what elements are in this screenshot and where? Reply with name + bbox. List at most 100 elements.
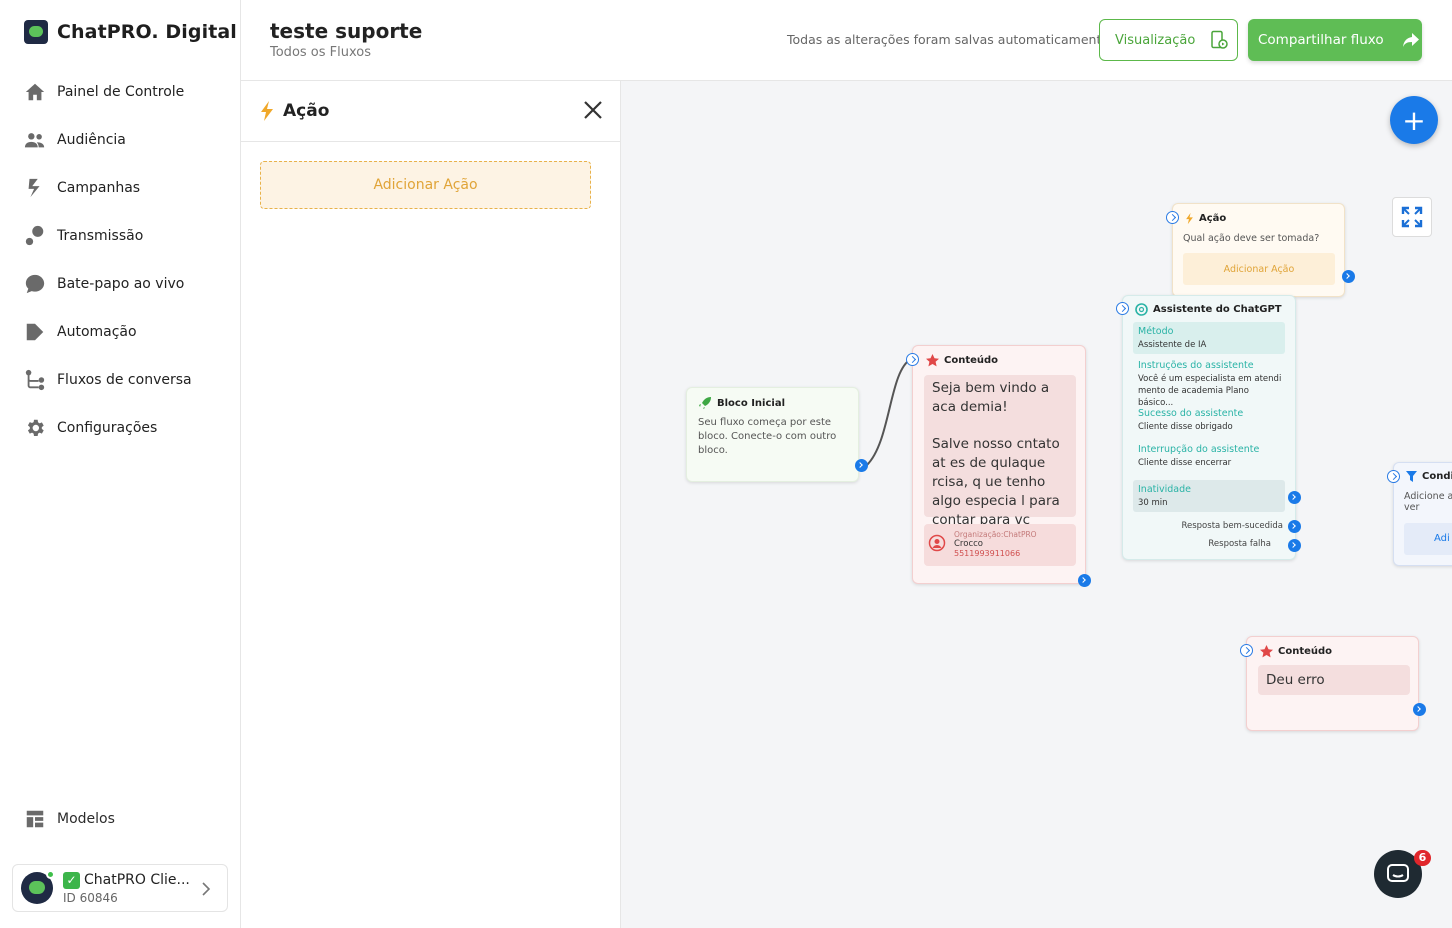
share-flow-button[interactable]: Compartilhar fluxo [1248,19,1422,61]
users-icon [24,129,46,151]
automation-icon [24,321,46,343]
header: teste suporte Todos os Fluxos Todas as a… [241,0,1452,81]
sidebar-item-label: Campanhas [57,180,141,196]
app-root: ChatPRO. Digital Painel de Controle Audi… [0,0,1452,928]
action-panel-title: Ação [283,101,330,121]
start-block-text: Seu fluxo começa por este bloco. Conecte… [698,417,837,456]
output-port[interactable] [1413,703,1426,716]
verified-check-icon: ✓ [63,871,80,889]
condition-block[interactable]: Condi Adicione a ver Adi [1387,462,1452,566]
flow-icon [24,369,46,391]
condition-block-add-button[interactable]: Adi [1404,523,1452,555]
message-bubble: Deu erro [1258,665,1410,695]
sidebar-item-transmissao[interactable]: Transmissão [24,212,234,260]
content-block-title: Conteúdo [1278,646,1333,657]
action-block-question: Qual ação deve ser tomada? [1183,233,1320,244]
input-port[interactable] [1116,302,1129,315]
content-block[interactable]: Conteúdo Deu erro [1240,636,1426,731]
sidebar-item-label: Modelos [57,811,115,827]
campaign-icon [24,177,46,199]
sidebar-item-bate-papo[interactable]: Bate-papo ao vivo [24,260,234,308]
action-block-title-row: Ação [1185,212,1226,225]
contact-name: Crocco [954,539,983,549]
sidebar-item-label: Configurações [57,420,158,436]
close-icon[interactable] [582,99,604,121]
account-name: ChatPRO Clie... [84,872,190,888]
add-action-button[interactable]: Adicionar Ação [260,161,591,209]
star-icon [926,354,939,367]
chat-widget-icon [1387,864,1409,882]
preview-button[interactable]: Visualização [1099,19,1238,61]
input-port[interactable] [1240,644,1253,657]
action-panel: Ação Adicionar Ação [241,81,621,928]
account-name-row: ✓ ChatPRO Clie... [63,871,193,889]
sidebar-item-configuracoes[interactable]: Configurações [24,404,234,452]
brand-name: ChatPRO. Digital [57,21,237,43]
share-button-label: Compartilhar fluxo [1258,32,1384,48]
gpt-block-title: Assistente do ChatGPT [1153,304,1282,315]
chatgpt-assistant-block[interactable]: Assistente do ChatGPT Método Assistente … [1116,295,1301,560]
flow-canvas[interactable]: + Bloco Inicial Seu fluxo começa por est… [621,81,1452,928]
sidebar-nav: Painel de Controle Audiência Campanhas T… [24,68,234,452]
account-switcher[interactable]: ✓ ChatPRO Clie... ID 60846 [12,864,228,912]
start-block[interactable]: Bloco Inicial Seu fluxo começa por este … [686,387,868,482]
autosave-status: Todas as alterações foram salvas automat… [787,32,1110,47]
avatar [21,870,55,904]
success-output-port[interactable] [1288,520,1301,533]
sidebar-item-modelos[interactable]: Modelos [24,808,115,830]
sidebar-item-automacao[interactable]: Automação [24,308,234,356]
share-icon [1402,33,1419,47]
online-status-icon [46,870,55,879]
content-block-title-row: Conteúdo [926,354,998,367]
star-icon [1260,645,1273,658]
add-block-button[interactable]: + [1390,96,1438,144]
sidebar-item-label: Automação [57,324,137,340]
input-port[interactable] [1387,470,1400,483]
expand-icon [1401,206,1423,228]
fit-view-button[interactable] [1392,197,1432,237]
input-port[interactable] [1166,211,1179,224]
preview-button-label: Visualização [1115,32,1196,48]
message-bubble: Seja bem vindo a aca demia! Salve nosso … [924,375,1076,528]
fail-output-port[interactable] [1288,539,1301,552]
gpt-inactivity-field: Inatividade 30 min [1133,480,1285,512]
action-block-add-button[interactable]: Adicionar Ação [1183,253,1335,285]
sidebar-item-label: Painel de Controle [57,84,185,100]
broadcast-icon [24,225,46,247]
filter-icon [1406,471,1417,482]
templates-icon [26,810,44,828]
message-text-2: Salve nosso cntato at es de qulaque rcis… [932,436,1060,528]
chat-icon [24,273,46,295]
content-block[interactable]: Conteúdo Seja bem vindo a aca demia! Sal… [906,345,1091,587]
output-port[interactable] [1078,574,1091,587]
gpt-success-field: Sucesso do assistente Cliente disse obri… [1138,408,1283,433]
lightning-icon [261,101,273,121]
output-port[interactable] [855,459,868,472]
breadcrumb[interactable]: Todos os Fluxos [270,45,371,60]
contact-card: Organização:ChatPRO Crocco 5511993911066 [924,524,1076,566]
sidebar-item-label: Bate-papo ao vivo [57,276,185,292]
gpt-instructions-value: Você é um especialista em atendi mento d… [1138,374,1282,408]
sidebar: ChatPRO. Digital Painel de Controle Audi… [0,0,241,928]
sidebar-item-fluxos[interactable]: Fluxos de conversa [24,356,234,404]
sidebar-item-campanhas[interactable]: Campanhas [24,164,234,212]
contact-org: Organização:ChatPRO [954,530,1037,539]
page-title: teste suporte [270,19,423,43]
sidebar-item-label: Audiência [57,132,126,148]
account-id: ID 60846 [63,890,118,905]
chevron-right-icon [201,881,211,900]
input-port[interactable] [906,353,919,366]
gear-icon [24,417,46,439]
brand[interactable]: ChatPRO. Digital [24,20,237,44]
gpt-response-success: Resposta bem-sucedida [1181,521,1283,531]
output-port[interactable] [1342,270,1355,283]
lightning-icon [1186,212,1193,225]
sidebar-item-label: Transmissão [57,228,144,244]
start-block-title: Bloco Inicial [717,397,785,409]
sidebar-item-painel[interactable]: Painel de Controle [24,68,234,116]
sidebar-item-audiencia[interactable]: Audiência [24,116,234,164]
inactivity-output-port[interactable] [1288,491,1301,504]
action-block[interactable]: Ação Qual ação deve ser tomada? Adiciona… [1166,203,1355,297]
action-block-title: Ação [1199,213,1227,224]
condition-block-text: Adicione a ver [1404,491,1452,513]
